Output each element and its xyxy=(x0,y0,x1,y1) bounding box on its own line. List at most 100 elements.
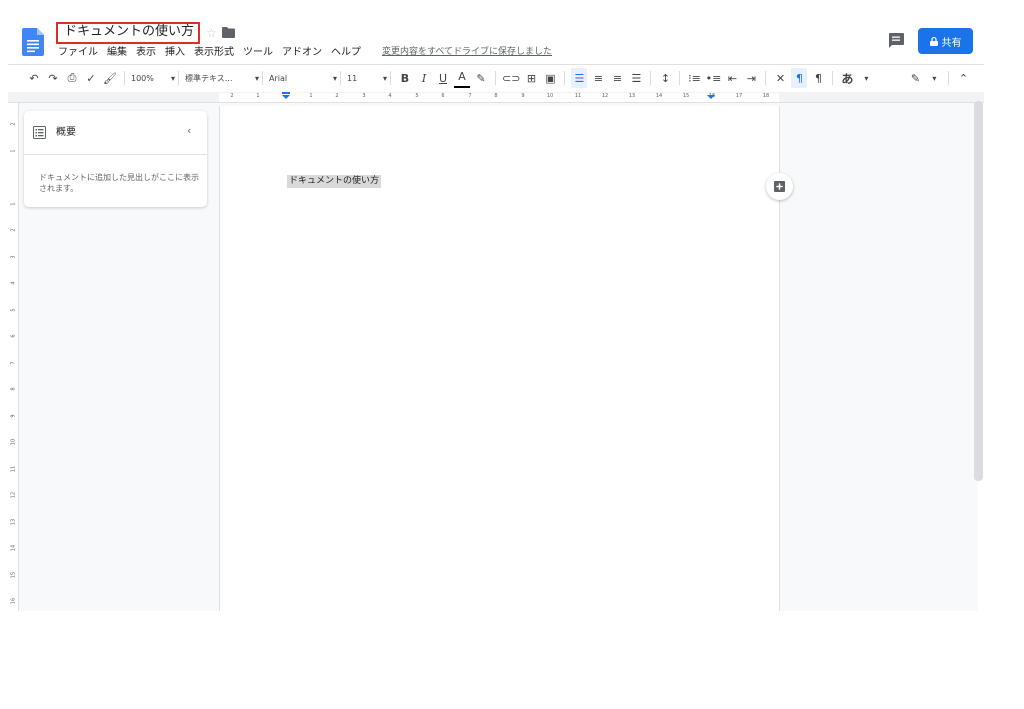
ruler-number: 11 xyxy=(10,465,17,473)
ruler-number: 3 xyxy=(362,93,366,99)
ruler-number: 16 xyxy=(10,597,17,605)
menu-file[interactable]: ファイル xyxy=(58,46,98,60)
italic-button[interactable]: I xyxy=(416,68,432,88)
font-size-select[interactable]: 11 ▾ xyxy=(347,68,387,88)
highlight-color-icon[interactable]: ✎ xyxy=(473,68,489,88)
collapse-menus-icon[interactable]: ⌃ xyxy=(955,68,971,88)
paragraph-style-select[interactable]: 標準テキス... ▾ xyxy=(185,68,259,88)
editor-canvas: 概要 ‹ ドキュメントに追加した見出しがここに表示されます。 ドキュメントの使い… xyxy=(19,103,978,611)
document-heading-text[interactable]: ドキュメントの使い方 xyxy=(287,175,382,188)
menu-addons[interactable]: アドオン xyxy=(282,46,322,60)
ruler-number: 10 xyxy=(10,438,17,446)
toolbar-divider xyxy=(495,71,496,85)
ruler-number: 8 xyxy=(494,93,498,99)
align-right-icon[interactable]: ≡ xyxy=(609,68,625,88)
ruler-page-area xyxy=(219,93,779,102)
ruler-number: 6 xyxy=(10,334,17,338)
paragraph-style-value: 標準テキス... xyxy=(185,73,233,83)
ruler-number: 1 xyxy=(10,149,17,153)
link-icon[interactable]: ⊂⊃ xyxy=(502,68,520,88)
ruler-number: 15 xyxy=(10,571,17,579)
paint-format-icon[interactable]: 🖌 xyxy=(102,68,118,88)
vertical-scrollbar[interactable] xyxy=(974,101,983,481)
ruler-number: 2 xyxy=(10,228,17,232)
chevron-down-icon: ▾ xyxy=(170,73,175,83)
vertical-ruler[interactable]: 2 1 1 2 3 4 5 6 7 8 9 10 11 12 13 14 15 … xyxy=(8,103,19,611)
add-comment-button[interactable] xyxy=(766,173,793,200)
align-justify-icon[interactable]: ☰ xyxy=(628,68,644,88)
redo-icon[interactable]: ↷ xyxy=(45,68,61,88)
chevron-down-icon[interactable]: ▾ xyxy=(926,68,942,88)
insert-image-icon[interactable]: ▣ xyxy=(542,68,558,88)
ruler-number: 2 xyxy=(10,122,17,126)
menu-bar: ファイル 編集 表示 挿入 表示形式 ツール アドオン ヘルプ xyxy=(58,45,361,61)
ruler-number: 4 xyxy=(10,281,17,285)
bulleted-list-icon[interactable]: •≡ xyxy=(705,68,722,88)
underline-button[interactable]: U xyxy=(435,68,451,88)
toolbar-divider xyxy=(340,71,341,85)
outline-empty-message: ドキュメントに追加した見出しがここに表示されます。 xyxy=(39,173,199,193)
save-status-link[interactable]: 変更内容をすべてドライブに保存しました xyxy=(382,45,552,59)
chevron-down-icon[interactable]: ▾ xyxy=(858,68,874,88)
ruler-number: 6 xyxy=(441,93,445,99)
ruler-number: 14 xyxy=(10,544,17,552)
menu-format[interactable]: 表示形式 xyxy=(194,46,234,60)
ltr-icon[interactable]: ¶ xyxy=(791,68,808,88)
font-value: Arial xyxy=(269,73,288,83)
numbered-list-icon[interactable]: ⁝≡ xyxy=(686,68,702,88)
ruler-number: 12 xyxy=(10,491,17,499)
increase-indent-icon[interactable]: ⇥ xyxy=(743,68,759,88)
font-select[interactable]: Arial ▾ xyxy=(269,68,337,88)
horizontal-ruler[interactable]: 2 1 1 2 3 4 5 6 7 8 9 10 11 12 13 14 15 … xyxy=(8,92,984,103)
font-size-value: 11 xyxy=(347,73,358,83)
ruler-number: 1 xyxy=(309,93,313,99)
undo-icon[interactable]: ↶ xyxy=(26,68,42,88)
add-comment-icon xyxy=(774,181,785,192)
toolbar-divider xyxy=(679,71,681,85)
input-tools-button[interactable]: あ xyxy=(839,68,855,88)
chevron-left-icon[interactable]: ‹ xyxy=(187,124,191,137)
left-indent-marker-icon[interactable] xyxy=(282,92,290,99)
ruler-number: 2 xyxy=(335,93,339,99)
ruler-number: 7 xyxy=(10,361,17,365)
print-icon[interactable]: ⎙ xyxy=(64,68,80,88)
align-center-icon[interactable]: ≡ xyxy=(590,68,606,88)
editing-mode-icon[interactable]: ✎ xyxy=(907,68,923,88)
line-spacing-icon[interactable]: ↕ xyxy=(657,68,673,88)
comment-history-icon[interactable] xyxy=(888,33,904,48)
menu-tools[interactable]: ツール xyxy=(243,46,273,60)
spellcheck-icon[interactable]: ✓ xyxy=(83,68,99,88)
rtl-icon[interactable]: ¶ xyxy=(810,68,826,88)
ruler-number: 18 xyxy=(762,93,770,99)
zoom-select[interactable]: 100% ▾ xyxy=(131,68,175,88)
align-left-icon[interactable]: ☰ xyxy=(571,68,588,88)
menu-view[interactable]: 表示 xyxy=(136,46,156,60)
document-title[interactable]: ドキュメントの使い方 xyxy=(64,24,194,40)
bold-button[interactable]: B xyxy=(397,68,413,88)
toolbar-divider xyxy=(948,71,950,85)
menu-help[interactable]: ヘルプ xyxy=(331,46,361,60)
right-indent-marker-icon[interactable] xyxy=(707,92,715,99)
ruler-number: 14 xyxy=(655,93,663,99)
zoom-value: 100% xyxy=(131,73,154,83)
menu-edit[interactable]: 編集 xyxy=(107,46,127,60)
ruler-number: 8 xyxy=(10,387,17,391)
header: ドキュメントの使い方 ☆ ファイル 編集 表示 挿入 表示形式 ツール アドオン… xyxy=(8,14,984,64)
decrease-indent-icon[interactable]: ⇤ xyxy=(724,68,740,88)
clear-formatting-icon[interactable]: ✕ xyxy=(772,68,788,88)
outline-list-icon xyxy=(33,126,46,139)
star-icon[interactable]: ☆ xyxy=(206,26,217,40)
text-color-button[interactable]: A xyxy=(454,68,470,88)
ruler-number: 11 xyxy=(574,93,582,99)
toolbar-divider xyxy=(178,71,179,85)
ruler-number: 10 xyxy=(546,93,554,99)
docs-logo-icon[interactable] xyxy=(22,28,44,56)
share-button[interactable]: 共有 xyxy=(918,28,973,54)
toolbar-divider xyxy=(832,71,834,85)
formatting-toolbar: ↶ ↷ ⎙ ✓ 🖌 100% ▾ 標準テキス... ▾ Arial ▾ 11 ▾… xyxy=(8,65,984,91)
lock-icon xyxy=(929,36,938,46)
menu-insert[interactable]: 挿入 xyxy=(165,46,185,60)
document-page[interactable]: ドキュメントの使い方 xyxy=(219,106,780,611)
folder-icon[interactable] xyxy=(222,27,235,38)
add-comment-icon[interactable]: ⊞ xyxy=(523,68,539,88)
